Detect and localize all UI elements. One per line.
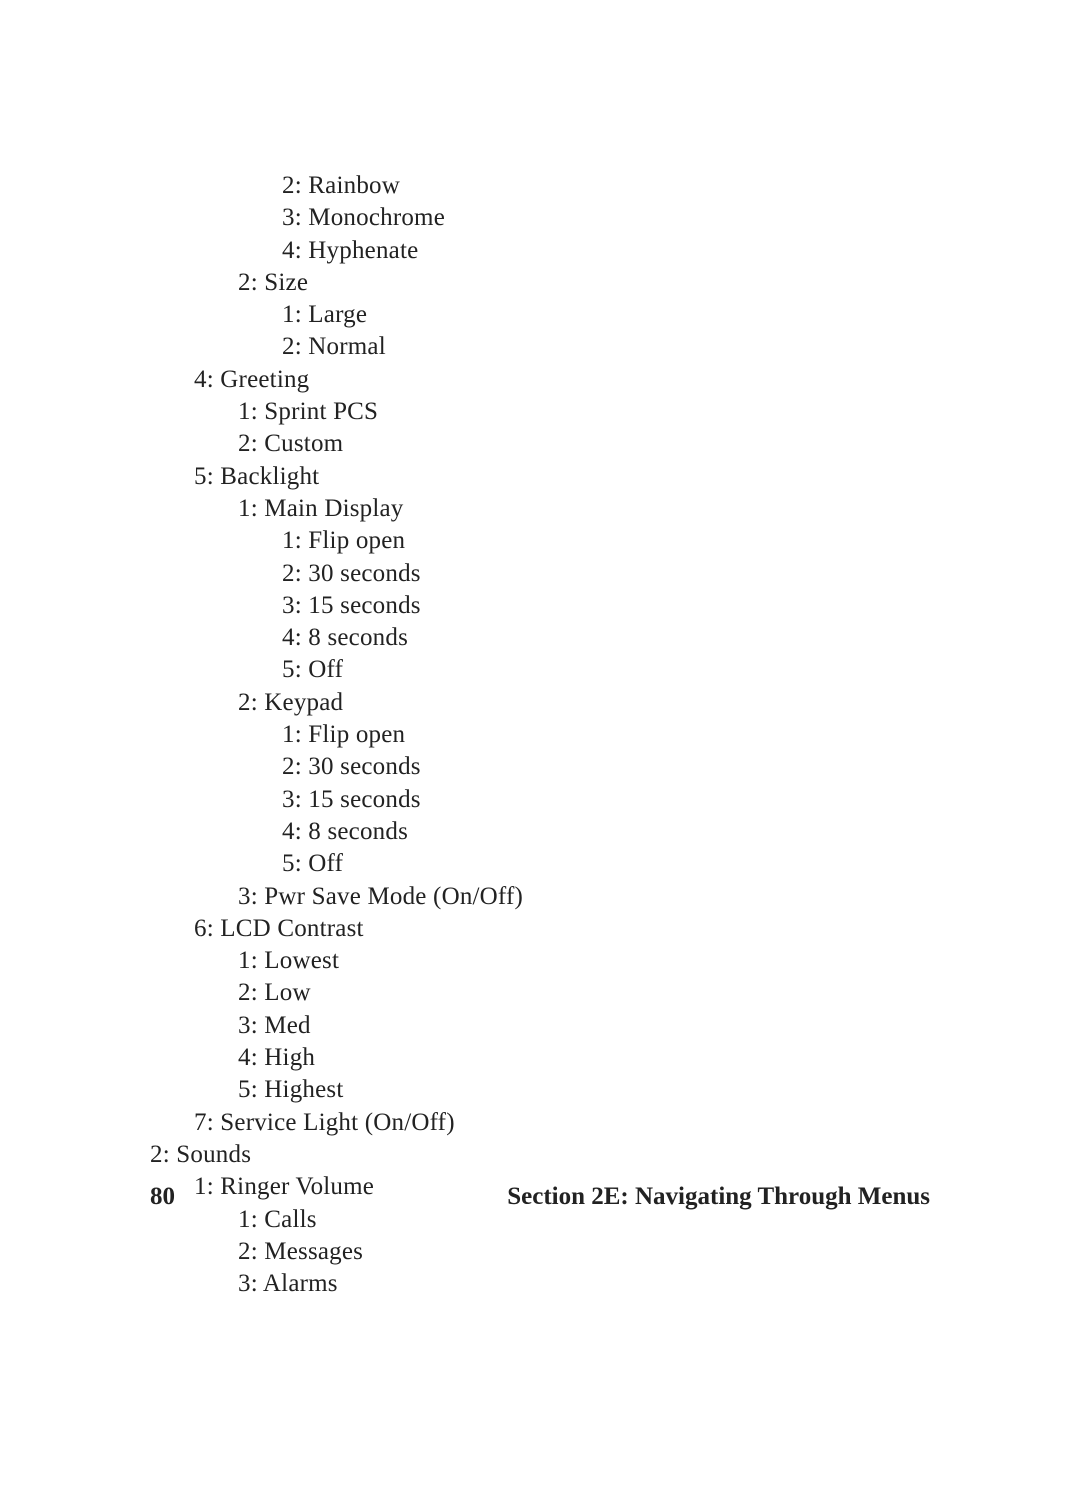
outline-line: 2: Sounds (150, 1139, 930, 1171)
outline-line: 2: 30 seconds (150, 558, 930, 590)
outline-line: 1: Large (150, 299, 930, 331)
outline-line: 5: Off (150, 654, 930, 686)
outline-line: 4: 8 seconds (150, 622, 930, 654)
page-number: 80 (150, 1183, 175, 1211)
outline-line: 6: LCD Contrast (150, 913, 930, 945)
outline-line: 4: High (150, 1042, 930, 1074)
outline-line: 3: Med (150, 1010, 930, 1042)
outline-line: 2: Keypad (150, 687, 930, 719)
section-title: Section 2E: Navigating Through Menus (507, 1183, 930, 1211)
page: 2: Rainbow3: Monochrome4: Hyphenate2: Si… (0, 0, 1080, 1496)
outline-line: 2: Custom (150, 428, 930, 460)
outline-line: 1: Lowest (150, 945, 930, 977)
outline-line: 3: Alarms (150, 1268, 930, 1300)
outline-line: 1: Flip open (150, 719, 930, 751)
outline-line: 2: Messages (150, 1236, 930, 1268)
outline-line: 4: Hyphenate (150, 235, 930, 267)
outline-line: 5: Off (150, 848, 930, 880)
outline-line: 1: Sprint PCS (150, 396, 930, 428)
outline-line: 4: Greeting (150, 364, 930, 396)
outline-line: 4: 8 seconds (150, 816, 930, 848)
outline-line: 3: Monochrome (150, 202, 930, 234)
outline-line: 2: Rainbow (150, 170, 930, 202)
outline-line: 2: Normal (150, 331, 930, 363)
outline-line: 3: 15 seconds (150, 784, 930, 816)
outline-line: 5: Backlight (150, 461, 930, 493)
outline-line: 1: Flip open (150, 525, 930, 557)
menu-outline: 2: Rainbow3: Monochrome4: Hyphenate2: Si… (150, 170, 930, 1300)
outline-line: 1: Main Display (150, 493, 930, 525)
outline-line: 3: Pwr Save Mode (On/Off) (150, 881, 930, 913)
outline-line: 2: 30 seconds (150, 751, 930, 783)
outline-line: 2: Size (150, 267, 930, 299)
outline-line: 3: 15 seconds (150, 590, 930, 622)
page-footer: 80 Section 2E: Navigating Through Menus (150, 1183, 930, 1211)
outline-line: 2: Low (150, 977, 930, 1009)
outline-line: 5: Highest (150, 1074, 930, 1106)
outline-line: 7: Service Light (On/Off) (150, 1107, 930, 1139)
